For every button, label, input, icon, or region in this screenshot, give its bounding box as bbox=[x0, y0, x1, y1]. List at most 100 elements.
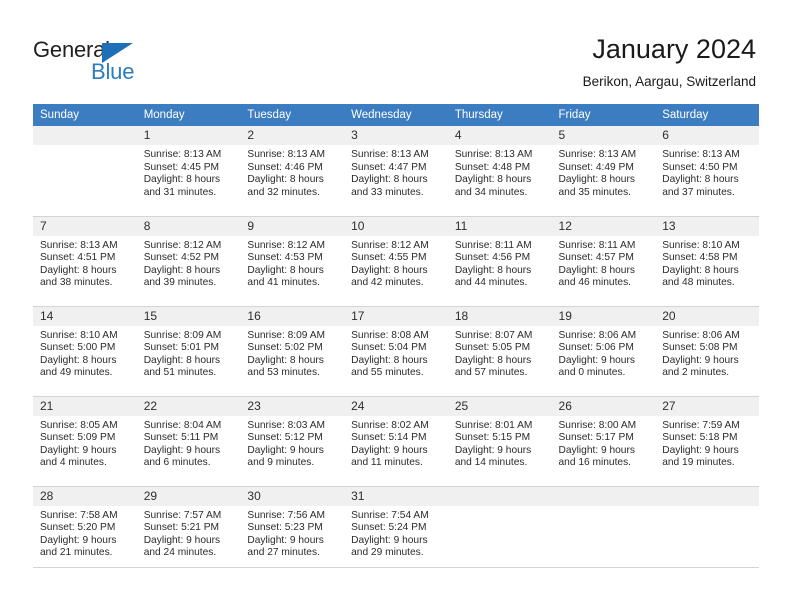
daylight-text-cont: and 16 minutes. bbox=[558, 457, 632, 469]
calendar-grid: Sunday Monday Tuesday Wednesday Thursday Frid… bbox=[33, 104, 759, 576]
sunset-text: Sunset: 5:12 PM bbox=[247, 432, 323, 444]
calendar-day-cell[interactable]: 24 Sunrise: 8:02 AM Sunset: 5:14 PM Dayligh… bbox=[344, 395, 448, 486]
day-number bbox=[447, 486, 552, 506]
daylight-text-cont: and 44 minutes. bbox=[454, 277, 528, 289]
calendar-day-cell[interactable]: 12 Sunrise: 8:11 AM Sunset: 4:57 PM Dayligh… bbox=[551, 215, 656, 306]
calendar-day-cell[interactable]: 28 Sunrise: 7:58 AM Sunset: 5:20 PM Dayligh… bbox=[33, 485, 137, 576]
daylight-text-cont: and 57 minutes. bbox=[454, 367, 528, 379]
sunset-text: Sunset: 4:55 PM bbox=[351, 252, 427, 264]
sunrise-text: Sunrise: 8:08 AM bbox=[351, 329, 429, 341]
sunset-text: Sunset: 4:49 PM bbox=[558, 161, 634, 173]
calendar-day-cell[interactable]: 27 Sunrise: 7:59 AM Sunset: 5:18 PM Dayligh… bbox=[655, 395, 759, 486]
calendar-day-cell[interactable]: 9 Sunrise: 8:12 AM Sunset: 4:53 PM Daylight… bbox=[240, 215, 345, 306]
calendar-day-cell[interactable]: 17 Sunrise: 8:08 AM Sunset: 5:04 PM Dayligh… bbox=[344, 305, 448, 396]
day-number: 7 bbox=[33, 216, 137, 236]
calendar-day-cell[interactable]: 3 Sunrise: 8:13 AM Sunset: 4:47 PM Daylight… bbox=[344, 126, 448, 216]
daylight-text-cont: and 51 minutes. bbox=[143, 367, 217, 379]
calendar-day-cell[interactable]: 22 Sunrise: 8:04 AM Sunset: 5:11 PM Dayligh… bbox=[136, 395, 241, 486]
day-number: 23 bbox=[240, 396, 345, 416]
day-number: 13 bbox=[655, 216, 759, 236]
calendar-day-cell[interactable]: 14 Sunrise: 8:10 AM Sunset: 5:00 PM Dayligh… bbox=[33, 305, 137, 396]
calendar-day-cell[interactable]: 19 Sunrise: 8:06 AM Sunset: 5:06 PM Dayligh… bbox=[551, 305, 656, 396]
sunrise-text: Sunrise: 8:13 AM bbox=[247, 149, 325, 160]
sunset-text: Sunset: 4:50 PM bbox=[662, 161, 738, 173]
sunrise-text: Sunrise: 7:57 AM bbox=[143, 509, 222, 521]
day-details: Sunrise: 8:06 AM Sunset: 5:08 PM Daylight:… bbox=[655, 326, 759, 380]
daylight-text-cont: and 33 minutes. bbox=[351, 186, 424, 198]
day-number: 21 bbox=[33, 396, 137, 416]
calendar-day-cell[interactable]: 21 Sunrise: 8:05 AM Sunset: 5:09 PM Dayligh… bbox=[33, 395, 137, 486]
daylight-text: Daylight: 8 hours bbox=[143, 354, 221, 366]
daylight-text-cont: and 21 minutes. bbox=[40, 547, 113, 559]
calendar-day-cell[interactable]: 20 Sunrise: 8:06 AM Sunset: 5:08 PM Dayligh… bbox=[655, 305, 759, 396]
day-number: 27 bbox=[655, 396, 759, 416]
day-details: Sunrise: 8:10 AM Sunset: 4:58 PM Daylight:… bbox=[655, 236, 759, 290]
weekday-header-sunday: Sunday bbox=[33, 104, 137, 126]
daylight-text: Daylight: 8 hours bbox=[558, 264, 635, 276]
calendar-day-cell[interactable]: 13 Sunrise: 8:10 AM Sunset: 4:58 PM Dayligh… bbox=[655, 215, 759, 306]
calendar-day-cell[interactable]: 26 Sunrise: 8:00 AM Sunset: 5:17 PM Dayligh… bbox=[551, 395, 656, 486]
calendar-day-cell[interactable]: 10 Sunrise: 8:12 AM Sunset: 4:55 PM Dayligh… bbox=[344, 215, 448, 306]
calendar-day-cell[interactable]: 7 Sunrise: 8:13 AM Sunset: 4:51 PM Daylight… bbox=[33, 215, 137, 306]
calendar-day-cell[interactable]: 25 Sunrise: 8:01 AM Sunset: 5:15 PM Dayligh… bbox=[447, 395, 552, 486]
daylight-text: Daylight: 9 hours bbox=[247, 534, 324, 546]
day-number bbox=[551, 486, 656, 506]
daylight-text: Daylight: 9 hours bbox=[40, 444, 117, 456]
day-details: Sunrise: 8:06 AM Sunset: 5:06 PM Daylight:… bbox=[552, 326, 656, 380]
calendar-day-cell[interactable]: 8 Sunrise: 8:12 AM Sunset: 4:52 PM Daylight… bbox=[136, 215, 241, 306]
sunrise-text: Sunrise: 8:13 AM bbox=[662, 149, 740, 160]
sunset-text: Sunset: 5:11 PM bbox=[143, 432, 219, 444]
sunset-text: Sunset: 4:46 PM bbox=[247, 161, 323, 173]
sunset-text: Sunset: 5:23 PM bbox=[247, 522, 323, 534]
calendar-day-cell[interactable]: 11 Sunrise: 8:11 AM Sunset: 4:56 PM Dayligh… bbox=[447, 215, 552, 306]
weekday-header-friday: Friday bbox=[551, 104, 656, 126]
calendar-week-row: 1 Sunrise: 8:13 AM Sunset: 4:45 PM Daylight… bbox=[33, 126, 759, 216]
daylight-text: Daylight: 8 hours bbox=[351, 354, 428, 366]
page-title: January 2024 bbox=[592, 34, 756, 64]
daylight-text: Daylight: 8 hours bbox=[247, 354, 324, 366]
sunset-text: Sunset: 5:14 PM bbox=[351, 432, 427, 444]
daylight-text: Daylight: 9 hours bbox=[558, 354, 635, 366]
calendar-day-cell[interactable]: 29 Sunrise: 7:57 AM Sunset: 5:21 PM Dayligh… bbox=[136, 485, 241, 576]
calendar-day-cell[interactable]: 2 Sunrise: 8:13 AM Sunset: 4:46 PM Daylight… bbox=[240, 126, 345, 216]
sunset-text: Sunset: 5:00 PM bbox=[40, 342, 116, 354]
daylight-text: Daylight: 8 hours bbox=[40, 354, 117, 366]
daylight-text-cont: and 49 minutes. bbox=[40, 367, 113, 379]
sunrise-text: Sunrise: 8:12 AM bbox=[351, 239, 429, 251]
calendar-day-cell[interactable]: 16 Sunrise: 8:09 AM Sunset: 5:02 PM Dayligh… bbox=[240, 305, 345, 396]
calendar-day-cell[interactable]: 30 Sunrise: 7:56 AM Sunset: 5:23 PM Dayligh… bbox=[240, 485, 345, 576]
daylight-text-cont: and 38 minutes. bbox=[40, 277, 113, 289]
calendar-day-cell[interactable]: 1 Sunrise: 8:13 AM Sunset: 4:45 PM Daylight… bbox=[136, 126, 241, 216]
sunrise-text: Sunrise: 8:11 AM bbox=[454, 239, 532, 251]
sunrise-text: Sunrise: 7:54 AM bbox=[351, 509, 429, 521]
daylight-text: Daylight: 8 hours bbox=[662, 264, 739, 276]
sunset-text: Sunset: 5:04 PM bbox=[351, 342, 427, 354]
day-details: Sunrise: 8:13 AM Sunset: 4:46 PM Daylight:… bbox=[240, 145, 344, 199]
daylight-text: Daylight: 9 hours bbox=[454, 444, 532, 456]
calendar-day-cell[interactable]: 23 Sunrise: 8:03 AM Sunset: 5:12 PM Dayligh… bbox=[240, 395, 345, 486]
day-details: Sunrise: 7:54 AM Sunset: 5:24 PM Daylight:… bbox=[344, 506, 448, 560]
daylight-text-cont: and 41 minutes. bbox=[247, 277, 320, 289]
page-header: General Blue January 2024 Berikon, Aarga… bbox=[0, 0, 792, 100]
sunrise-text: Sunrise: 8:03 AM bbox=[247, 419, 325, 431]
day-number: 16 bbox=[240, 306, 345, 326]
day-details: Sunrise: 8:04 AM Sunset: 5:11 PM Daylight:… bbox=[137, 416, 241, 470]
sunset-text: Sunset: 4:47 PM bbox=[351, 161, 427, 173]
calendar-day-cell[interactable]: 4 Sunrise: 8:13 AM Sunset: 4:48 PM Daylight… bbox=[447, 126, 552, 216]
daylight-text: Daylight: 8 hours bbox=[351, 264, 428, 276]
calendar-day-cell[interactable]: 5 Sunrise: 8:13 AM Sunset: 4:49 PM Daylight… bbox=[551, 126, 656, 216]
daylight-text: Daylight: 8 hours bbox=[454, 264, 532, 276]
day-number: 1 bbox=[136, 126, 241, 145]
daylight-text-cont: and 32 minutes. bbox=[247, 186, 320, 198]
calendar-day-cell[interactable]: 31 Sunrise: 7:54 AM Sunset: 5:24 PM Dayligh… bbox=[344, 485, 448, 576]
calendar-day-cell[interactable]: 6 Sunrise: 8:13 AM Sunset: 4:50 PM Daylight… bbox=[655, 126, 759, 216]
daylight-text: Daylight: 8 hours bbox=[143, 174, 221, 186]
weekday-header-wednesday: Wednesday bbox=[344, 104, 448, 126]
day-details: Sunrise: 8:11 AM Sunset: 4:57 PM Daylight:… bbox=[552, 236, 656, 290]
calendar-day-cell[interactable]: 18 Sunrise: 8:07 AM Sunset: 5:05 PM Dayligh… bbox=[447, 305, 552, 396]
day-details: Sunrise: 8:12 AM Sunset: 4:55 PM Daylight:… bbox=[344, 236, 448, 290]
day-details: Sunrise: 8:00 AM Sunset: 5:17 PM Daylight:… bbox=[552, 416, 656, 470]
sunset-text: Sunset: 5:21 PM bbox=[143, 522, 220, 534]
calendar-day-cell[interactable]: 15 Sunrise: 8:09 AM Sunset: 5:01 PM Dayligh… bbox=[136, 305, 241, 396]
daylight-text: Daylight: 9 hours bbox=[143, 444, 221, 456]
